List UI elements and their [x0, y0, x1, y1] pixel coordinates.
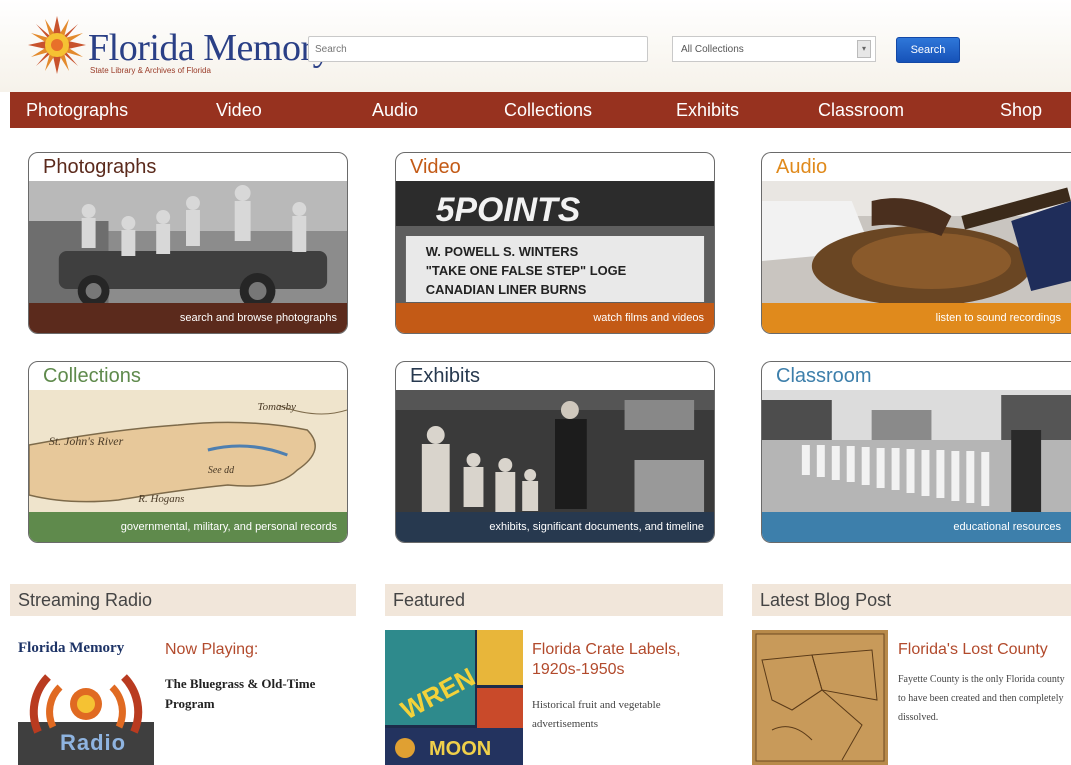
svg-text:R. Hogans: R. Hogans [137, 493, 184, 505]
nav-item-exhibits[interactable]: Exhibits [676, 92, 739, 128]
nav-item-audio[interactable]: Audio [372, 92, 418, 128]
featured-heading: Featured [385, 584, 723, 616]
old-map-image [752, 630, 888, 765]
photographs-image [29, 181, 347, 305]
svg-text:W. POWELL S. WINTERS: W. POWELL S. WINTERS [426, 244, 579, 259]
collection-select[interactable]: All Collections ▾ [672, 36, 876, 62]
radio-logo-title: Florida Memory [18, 640, 125, 656]
chevron-down-icon[interactable]: ▾ [857, 40, 871, 58]
classroom-image [762, 390, 1071, 514]
featured-description: Historical fruit and vegetable advertise… [532, 699, 661, 730]
svg-text:"TAKE ONE FALSE STEP" LOGE: "TAKE ONE FALSE STEP" LOGE [426, 263, 627, 278]
now-playing-label: Now Playing: [165, 641, 259, 658]
nav-item-photographs[interactable]: Photographs [26, 92, 128, 128]
radio-logo[interactable]: Florida Memory Radio [18, 630, 158, 765]
tile-video[interactable]: Video 5POINTS W. POWELL S. WINTERS "TAKE… [395, 152, 715, 334]
tile-audio[interactable]: Audio listen to sound recordings [761, 152, 1071, 334]
tile-title: Exhibits [410, 365, 481, 387]
svg-text:St. John's River: St. John's River [49, 434, 124, 448]
svg-text:Tomasby: Tomasby [258, 401, 297, 413]
tile-classroom[interactable]: Classroom educational resources [761, 361, 1071, 543]
now-playing-program[interactable]: The Bluegrass & Old-Time Program [165, 674, 335, 714]
latest-blog-heading: Latest Blog Post [752, 584, 1071, 616]
tile-title: Audio [776, 156, 828, 178]
tile-caption: educational resources [762, 512, 1071, 542]
logo-subtitle: State Library & Archives of Florida [90, 66, 211, 75]
streaming-radio-heading: Streaming Radio [10, 584, 356, 616]
blog-post-title[interactable]: Florida's Lost County [898, 640, 1071, 660]
site-header: Florida Memory State Library & Archives … [0, 0, 1071, 92]
audio-image [762, 181, 1071, 305]
search-button[interactable]: Search [896, 37, 960, 63]
tile-caption: governmental, military, and personal rec… [29, 512, 347, 542]
nav-item-collections[interactable]: Collections [504, 92, 592, 128]
collections-map-image: St. John's River Tomasby See dd R. Hogan… [29, 390, 347, 514]
video-image: 5POINTS W. POWELL S. WINTERS "TAKE ONE F… [396, 181, 714, 305]
exhibits-image [396, 390, 714, 514]
tile-caption: search and browse photographs [29, 303, 347, 333]
blog-post-excerpt: Fayette County is the only Florida count… [898, 674, 1065, 723]
crate-labels-image: WREN MOON [385, 630, 523, 765]
tile-exhibits[interactable]: Exhibits exhibits, significant documents… [395, 361, 715, 543]
tile-caption: watch films and videos [396, 303, 714, 333]
tile-caption: exhibits, significant documents, and tim… [396, 512, 714, 542]
featured-thumbnail[interactable]: WREN MOON [385, 630, 523, 765]
collection-select-value: All Collections [681, 44, 744, 55]
svg-text:See dd: See dd [208, 465, 234, 476]
radio-logo-word: Radio [60, 730, 127, 755]
tile-title: Collections [43, 365, 141, 387]
tile-title: Classroom [776, 365, 872, 387]
tile-caption: listen to sound recordings [762, 303, 1071, 333]
blog-thumbnail[interactable] [752, 630, 888, 765]
featured-title[interactable]: Florida Crate Labels, 1920s-1950s [532, 640, 722, 680]
logo-title: Florida Memory [88, 27, 332, 69]
nav-item-classroom[interactable]: Classroom [818, 92, 904, 128]
tile-collections[interactable]: Collections St. John's River Tomasby See… [28, 361, 348, 543]
tile-photographs[interactable]: Photographs search and browse photograph… [28, 152, 348, 334]
svg-text:CANADIAN LINER BURNS: CANADIAN LINER BURNS [426, 282, 587, 297]
search-input[interactable] [308, 36, 648, 62]
tile-title: Photographs [43, 156, 157, 178]
tile-title: Video [410, 156, 461, 178]
label-word-moon: MOON [429, 738, 491, 760]
main-nav: Photographs Video Audio Collections Exhi… [10, 92, 1071, 128]
sun-logo-icon [28, 16, 86, 74]
nav-item-video[interactable]: Video [216, 92, 262, 128]
nav-item-shop[interactable]: Shop [1000, 92, 1042, 128]
site-logo[interactable]: Florida Memory State Library & Archives … [28, 16, 332, 78]
svg-text:5POINTS: 5POINTS [436, 191, 581, 229]
